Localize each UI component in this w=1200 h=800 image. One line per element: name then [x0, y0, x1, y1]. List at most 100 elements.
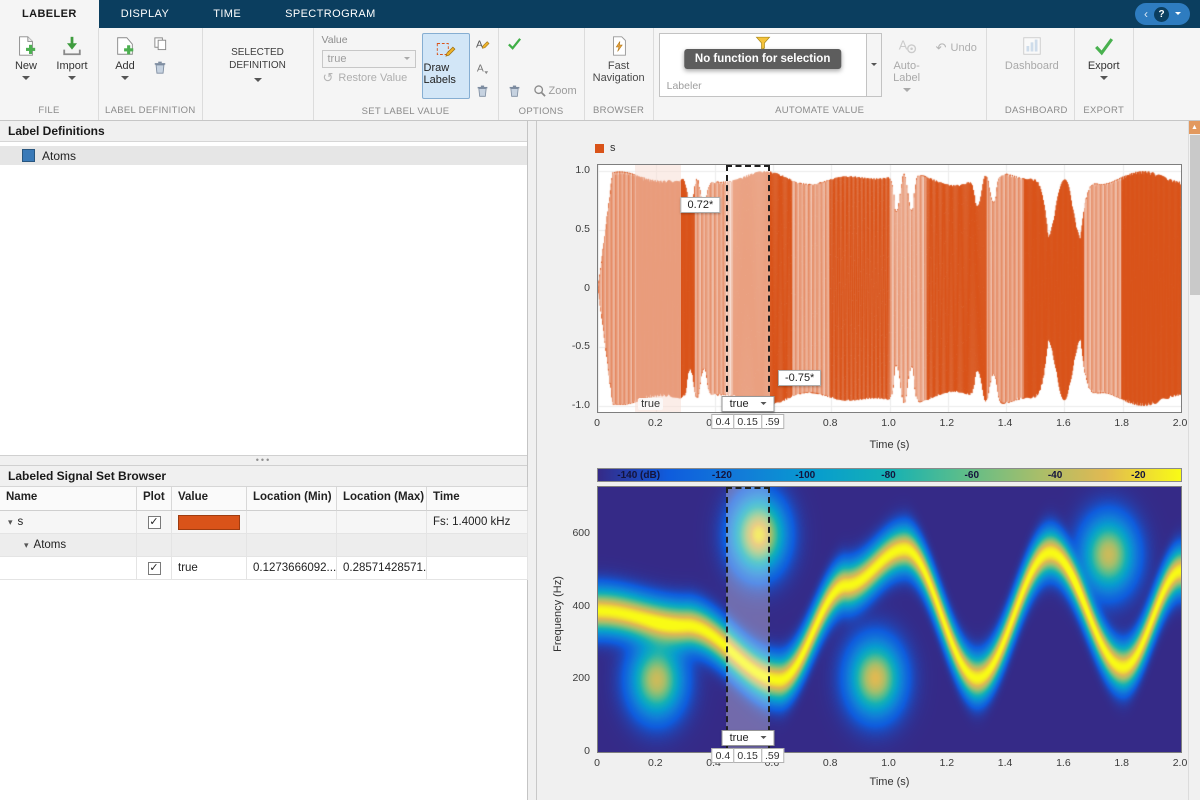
cell-location-max[interactable]: 0.28571428571... [337, 557, 427, 580]
axis-tick-label: -20 [1131, 470, 1146, 481]
tab-time[interactable]: TIME [191, 0, 263, 28]
dashboard-button[interactable]: Dashboard [1002, 30, 1062, 73]
tab-spectrogram[interactable]: SPECTROGRAM [263, 0, 398, 28]
trash-icon [506, 83, 523, 100]
time-plot[interactable]: true 0.72* -0.75* true 0.4 0.15 .59 [597, 164, 1182, 429]
section-export-label: EXPORT [1083, 105, 1125, 116]
auto-label-button[interactable]: A Auto-Label [882, 30, 932, 97]
signal-labeler-app: LABELER DISPLAY TIME SPECTROGRAM ‹ ? New [0, 0, 1200, 800]
value-dropdown[interactable]: true [321, 50, 416, 68]
axis-tick-label: -120 [711, 470, 732, 481]
cell-location-min [247, 511, 337, 534]
cell-location-max [337, 511, 427, 534]
region-value-chip[interactable]: true [638, 398, 664, 410]
browser-table-header: Name Plot Value Location (Min) Location … [0, 487, 528, 511]
selection-start-box[interactable]: 0.4 [711, 748, 735, 763]
chevron-down-icon [1175, 12, 1181, 18]
cell-name[interactable]: ▾ Atoms [0, 534, 137, 557]
selected-definition-dropdown[interactable]: SELECTED DEFINITION [208, 34, 308, 98]
draw-labels-toggle[interactable]: Draw Labels [421, 33, 470, 99]
import-button-label: Import [56, 60, 88, 72]
duplicate-definition-button[interactable] [150, 34, 170, 52]
scrollbar-thumb[interactable] [1190, 135, 1200, 295]
selection-end-box[interactable]: .59 [760, 414, 784, 429]
delete-definition-button[interactable] [150, 58, 170, 76]
help-button[interactable]: ‹ ? [1135, 3, 1190, 25]
time-plot-xlabel: Time (s) [869, 439, 910, 451]
legend-label: s [610, 142, 616, 154]
label-definition-name: Atoms [42, 148, 77, 163]
automation-gallery[interactable]: No function for selection Labeler [658, 33, 867, 97]
cell-location-min [247, 534, 337, 557]
vertical-splitter[interactable] [528, 121, 537, 800]
column-location-max[interactable]: Location (Max) [337, 487, 427, 511]
section-options-label: OPTIONS [518, 106, 564, 117]
scroll-up-button[interactable]: ▲ [1189, 121, 1200, 134]
export-button[interactable]: Export [1078, 30, 1130, 85]
spectrogram-canvas[interactable] [598, 487, 1181, 752]
column-time[interactable]: Time [427, 487, 528, 511]
label-value-dropdown[interactable]: true [721, 396, 775, 412]
selection-duration-box[interactable]: 0.15 [733, 748, 762, 763]
toolstrip-tabbar: LABELER DISPLAY TIME SPECTROGRAM ‹ ? [0, 0, 1200, 28]
column-location-min[interactable]: Location (Min) [247, 487, 337, 511]
section-dashboard: Dashboard DASHBOARD [999, 28, 1075, 120]
add-button-label: Add [115, 60, 135, 72]
label-definition-item-atoms[interactable]: Atoms [0, 146, 527, 165]
auto-label-label: Auto-Label [893, 60, 921, 84]
axis-tick-label: 0.8 [822, 757, 838, 769]
expand-caret-icon[interactable]: ▾ [24, 540, 29, 551]
gallery-expand-button[interactable] [866, 33, 882, 97]
expand-caret-icon[interactable]: ▾ [8, 517, 13, 528]
selection-start-box[interactable]: 0.4 [711, 414, 735, 429]
accept-label-button[interactable] [505, 34, 525, 52]
table-row-signal-s[interactable]: ▾ s ✓ Fs: 1.4000 kHz [0, 511, 528, 534]
column-name[interactable]: Name [0, 487, 137, 511]
cell-plot: ✓ [137, 557, 172, 580]
cell-location-min[interactable]: 0.1273666092... [247, 557, 337, 580]
new-button[interactable]: New [3, 30, 49, 85]
vertical-scrollbar[interactable]: ▲ [1188, 121, 1200, 800]
plot-checkbox[interactable]: ✓ [147, 515, 161, 529]
selection-region[interactable] [726, 165, 770, 412]
selection-end-box[interactable]: .59 [760, 748, 784, 763]
table-row-label-instance[interactable]: ✓ true 0.1273666092... 0.28571428571... [0, 557, 528, 580]
column-plot[interactable]: Plot [137, 487, 172, 511]
table-row-atoms[interactable]: ▾ Atoms [0, 534, 528, 557]
svg-text:A: A [476, 39, 483, 50]
axis-tick-label: 1.8 [1114, 757, 1129, 769]
selection-region[interactable] [726, 487, 770, 752]
fast-navigation-button[interactable]: Fast Navigation [588, 30, 650, 84]
delete-region-button[interactable] [505, 82, 525, 100]
undo-button[interactable]: ↶ Undo [936, 41, 977, 54]
spectrogram-plot[interactable]: true 0.4 0.15 .59 [597, 486, 1182, 763]
tab-display[interactable]: DISPLAY [99, 0, 191, 28]
cell-name[interactable]: ▾ s [0, 511, 137, 534]
label-value-dropdown[interactable]: true [721, 730, 775, 746]
edit-label-value-button[interactable]: A [473, 34, 493, 52]
plot-checkbox[interactable]: ✓ [147, 561, 161, 575]
horizontal-splitter[interactable]: ••• [0, 455, 527, 466]
cell-value[interactable]: true [172, 557, 247, 580]
import-icon [60, 34, 84, 58]
axis-tick-label: 0 [584, 281, 590, 294]
tab-labeler[interactable]: LABELER [0, 0, 99, 28]
label-definitions-header: Label Definitions [0, 121, 527, 142]
delete-label-button[interactable] [473, 82, 493, 100]
axis-tick-label: -140 (dB) [617, 470, 661, 481]
signal-color-swatch[interactable] [178, 514, 240, 530]
labeled-region-true[interactable]: true [635, 165, 682, 412]
axis-tick-label: 1.4 [997, 417, 1013, 429]
zoom-button[interactable]: Zoom [531, 82, 578, 100]
axis-tick-label: 1.2 [939, 417, 955, 429]
add-definition-button[interactable]: Add [102, 30, 148, 85]
axis-tick-label: 1.8 [1114, 417, 1129, 429]
draw-labels-label: Draw Labels [423, 62, 456, 86]
restore-value-button[interactable]: ↺ Restore Value [322, 71, 416, 84]
label-text-button[interactable]: A [473, 58, 493, 76]
import-button[interactable]: Import [49, 30, 95, 85]
selection-duration-box[interactable]: 0.15 [733, 414, 762, 429]
collapse-chevron-icon: ‹ [1144, 7, 1148, 21]
trash-icon [474, 83, 491, 100]
column-value[interactable]: Value [172, 487, 247, 511]
